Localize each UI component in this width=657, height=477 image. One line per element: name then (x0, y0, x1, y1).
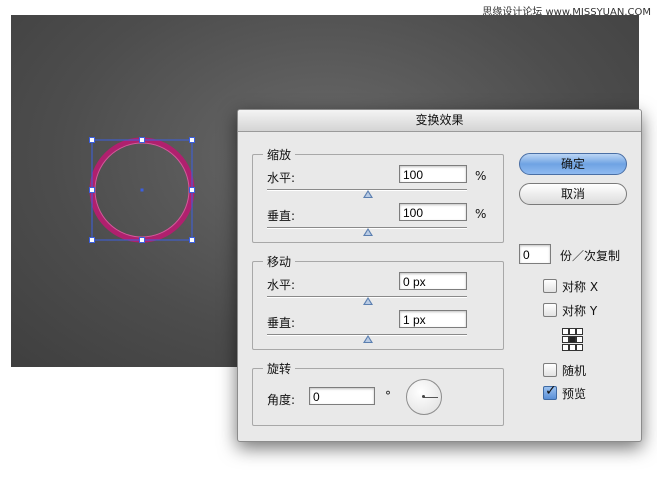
reference-point-locator-icon[interactable] (562, 328, 583, 351)
angle-dial-hand (424, 397, 438, 398)
rotate-group: 旋转 角度: 0 ° (252, 360, 504, 426)
checkmark-icon: ✓ (545, 383, 557, 399)
ref-point-mr[interactable] (576, 336, 583, 343)
ref-point-bl[interactable] (562, 344, 569, 351)
scale-vertical-slider-thumb[interactable] (363, 228, 373, 236)
ref-point-tr[interactable] (576, 328, 583, 335)
move-vertical-input[interactable]: 1 px (399, 310, 467, 328)
preview-label: 预览 (562, 387, 587, 401)
reflect-y-checkbox[interactable] (543, 303, 557, 317)
reflect-x-label: 对称 X (562, 280, 599, 294)
ref-point-br[interactable] (576, 344, 583, 351)
move-vertical-slider-thumb[interactable] (363, 335, 373, 343)
copies-input[interactable]: 0 (519, 244, 551, 264)
scale-horizontal-slider-thumb[interactable] (363, 190, 373, 198)
selection-handle-tr[interactable] (189, 137, 195, 143)
selection-handle-ml[interactable] (89, 187, 95, 193)
selection-handle-bl[interactable] (89, 237, 95, 243)
reflect-x-checkbox[interactable] (543, 279, 557, 293)
scale-vertical-input[interactable]: 100 (399, 203, 467, 221)
transform-effect-dialog: 变换效果 缩放 水平: 100 % 垂直: 100 % 移动 水平: 0 px … (237, 109, 642, 442)
selection-handle-tm[interactable] (139, 137, 145, 143)
move-horizontal-input[interactable]: 0 px (399, 272, 467, 290)
ref-point-bm[interactable] (569, 344, 576, 351)
center-point (140, 188, 144, 192)
ref-point-tl[interactable] (562, 328, 569, 335)
move-group: 移动 水平: 0 px 垂直: 1 px (252, 253, 504, 350)
ref-point-ml[interactable] (562, 336, 569, 343)
ref-point-center[interactable] (569, 336, 576, 343)
ok-button[interactable]: 确定 (519, 153, 627, 175)
move-group-label: 移动 (263, 253, 296, 270)
selection-handle-bm[interactable] (139, 237, 145, 243)
selection-handle-tl[interactable] (89, 137, 95, 143)
rotate-angle-label: 角度: (267, 393, 296, 407)
selected-circle-object[interactable] (89, 137, 195, 243)
selection-handle-br[interactable] (189, 237, 195, 243)
move-horizontal-label: 水平: (267, 278, 296, 292)
scale-horizontal-input[interactable]: 100 (399, 165, 467, 183)
scale-horizontal-unit: % (475, 169, 487, 183)
dialog-title: 变换效果 (238, 110, 641, 132)
random-label: 随机 (562, 364, 587, 378)
degree-symbol: ° (385, 389, 391, 403)
ref-point-tm[interactable] (569, 328, 576, 335)
move-vertical-label: 垂直: (267, 316, 296, 330)
angle-dial[interactable] (406, 379, 442, 415)
random-checkbox[interactable] (543, 363, 557, 377)
scale-vertical-unit: % (475, 207, 487, 221)
scale-group: 缩放 水平: 100 % 垂直: 100 % (252, 146, 504, 243)
reflect-y-label: 对称 Y (562, 304, 598, 318)
scale-horizontal-label: 水平: (267, 171, 296, 185)
angle-dial-center (422, 395, 425, 398)
rotate-angle-input[interactable]: 0 (309, 387, 375, 405)
scale-group-label: 缩放 (263, 146, 296, 163)
cancel-button[interactable]: 取消 (519, 183, 627, 205)
preview-checkbox[interactable]: ✓ (543, 383, 557, 400)
scale-vertical-label: 垂直: (267, 209, 296, 223)
move-horizontal-slider-thumb[interactable] (363, 297, 373, 305)
copies-label: 份／次复制 (560, 249, 621, 263)
rotate-group-label: 旋转 (263, 360, 296, 377)
selection-handle-mr[interactable] (189, 187, 195, 193)
